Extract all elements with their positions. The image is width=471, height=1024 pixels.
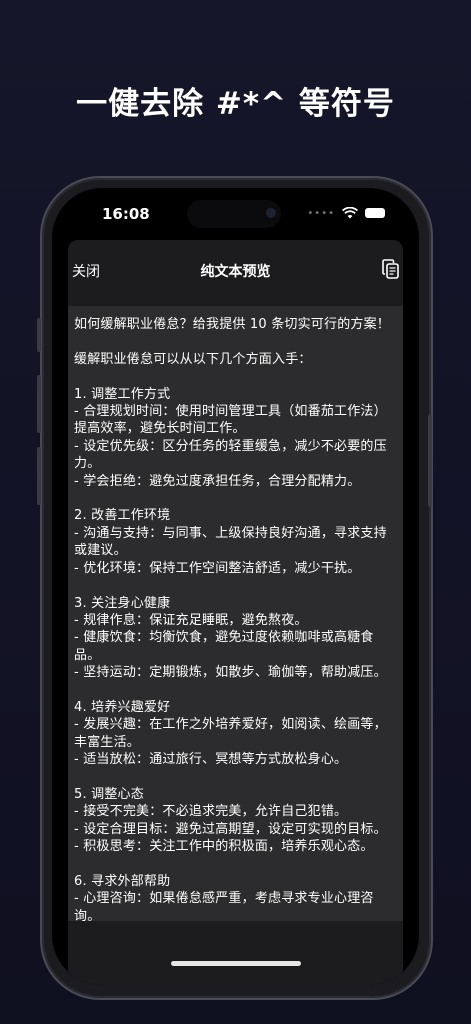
home-indicator[interactable] <box>171 961 301 966</box>
promo-headline: 一健去除 #*^ 等符号 <box>76 86 395 122</box>
preview-sheet: 关闭 纯文本预览 如何缓解职业倦怠？给我提供 10 条切实可行的方案！ 缓解职业… <box>68 240 403 985</box>
phone-side-button <box>37 318 41 352</box>
phone-volume-up-button <box>37 375 41 433</box>
nav-title: 纯文本预览 <box>200 264 271 280</box>
camera-icon <box>266 208 276 218</box>
plain-text-area[interactable]: 如何缓解职业倦怠？给我提供 10 条切实可行的方案！ 缓解职业倦怠可以从以下几个… <box>68 306 403 921</box>
wifi-icon <box>342 207 358 219</box>
phone-volume-down-button <box>37 447 41 505</box>
nav-bar: 关闭 纯文本预览 <box>68 240 403 298</box>
status-time: 16:08 <box>102 205 150 223</box>
plain-text-content: 如何缓解职业倦怠？给我提供 10 条切实可行的方案！ 缓解职业倦怠可以从以下几个… <box>74 317 391 921</box>
phone-power-button <box>428 415 432 507</box>
battery-icon <box>365 208 385 218</box>
copy-button[interactable] <box>379 257 403 281</box>
status-icons: •••• <box>307 207 385 219</box>
signal-icon: •••• <box>307 207 335 219</box>
phone-screen: 16:08 •••• 关闭 纯文本预览 如何缓解职业倦怠？给我提供 10 条切实… <box>52 188 419 985</box>
copy-icon <box>382 259 399 279</box>
